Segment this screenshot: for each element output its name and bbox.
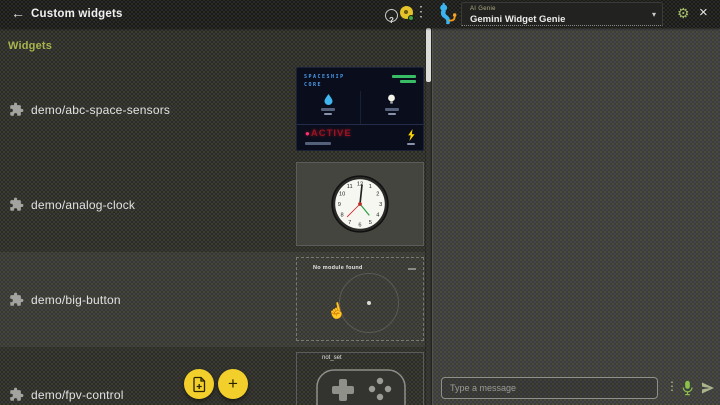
svg-text:3: 3 bbox=[379, 202, 382, 208]
svg-text:11: 11 bbox=[347, 184, 353, 190]
widget-row-analog-clock[interactable]: demo/analog-clock 12 1 2 3 4 5 6 7 8 9 1… bbox=[0, 157, 425, 252]
gear-icon[interactable]: ⚙ bbox=[677, 5, 690, 22]
widget-preview-big-button[interactable]: No module found ☝ bbox=[296, 257, 424, 341]
overflow-menu-button[interactable]: ⋮ bbox=[414, 3, 428, 20]
widget-row-big-button[interactable]: demo/big-button No module found ☝ bbox=[0, 252, 425, 347]
message-input[interactable] bbox=[441, 377, 658, 399]
space-values bbox=[392, 73, 416, 89]
no-module-text: No module found bbox=[313, 265, 363, 271]
puzzle-icon bbox=[10, 197, 24, 211]
back-icon[interactable]: ← bbox=[11, 5, 25, 21]
space-title-line2: CORE bbox=[304, 82, 323, 88]
widget-preview-fpv-control[interactable]: not_set bbox=[296, 352, 424, 405]
widget-preview-space-sensors[interactable]: SPACESHIP CORE ●ACTIVE bbox=[296, 67, 424, 151]
puzzle-icon bbox=[10, 292, 24, 306]
svg-text:6: 6 bbox=[358, 223, 361, 229]
assistant-select-label: AI Genie bbox=[470, 6, 496, 12]
avatar[interactable] bbox=[400, 6, 414, 21]
puzzle-icon bbox=[10, 387, 24, 401]
app-window: ← Custom widgets ? ⋮ AI Genie Gemini Wid… bbox=[0, 0, 720, 405]
puzzle-icon bbox=[10, 102, 24, 116]
top-app-bar: ← Custom widgets ? ⋮ AI Genie Gemini Wid… bbox=[0, 0, 720, 28]
space-sensor-cells bbox=[297, 91, 423, 124]
svg-text:7: 7 bbox=[348, 220, 351, 226]
svg-text:9: 9 bbox=[338, 202, 341, 208]
widget-name: demo/abc-space-sensors bbox=[31, 103, 171, 117]
bolt-icon bbox=[408, 129, 415, 141]
page-title: Custom widgets bbox=[31, 8, 123, 20]
not-set-label: not_set bbox=[322, 355, 342, 361]
send-icon[interactable] bbox=[701, 382, 715, 394]
input-overflow-icon[interactable]: ⋮ bbox=[666, 379, 678, 393]
scrollbar-thumb[interactable] bbox=[426, 28, 431, 82]
widget-preview-analog-clock[interactable]: 12 1 2 3 4 5 6 7 8 9 10 11 bbox=[296, 162, 424, 246]
chat-messages-area bbox=[433, 28, 720, 368]
assistant-select-value: Gemini Widget Genie bbox=[470, 14, 566, 25]
plus-icon: + bbox=[228, 374, 238, 393]
bulb-icon bbox=[388, 94, 396, 104]
chat-panel: ⋮ bbox=[432, 28, 720, 405]
droplet-icon bbox=[324, 94, 333, 105]
svg-text:5: 5 bbox=[369, 220, 372, 226]
svg-text:1: 1 bbox=[369, 184, 372, 190]
gamepad-icon bbox=[316, 369, 406, 405]
chevron-down-icon: ▾ bbox=[651, 10, 656, 19]
preview-corner-mark bbox=[408, 268, 416, 270]
svg-text:4: 4 bbox=[376, 212, 379, 218]
status-text: ACTIVE bbox=[310, 128, 352, 139]
widget-name: demo/analog-clock bbox=[31, 198, 136, 212]
widget-row-fpv-control[interactable]: demo/fpv-control not_set bbox=[0, 347, 425, 405]
widget-name: demo/big-button bbox=[31, 293, 121, 307]
help-icon: ? bbox=[389, 16, 394, 25]
space-title-line1: SPACESHIP bbox=[304, 74, 345, 80]
svg-text:10: 10 bbox=[339, 192, 345, 198]
svg-text:8: 8 bbox=[341, 212, 344, 218]
genie-icon bbox=[440, 2, 457, 25]
close-icon[interactable]: × bbox=[699, 4, 708, 21]
microphone-icon[interactable] bbox=[681, 380, 694, 396]
section-label: Widgets bbox=[8, 40, 53, 52]
add-widget-fab[interactable]: + bbox=[218, 369, 248, 399]
analog-clock-face: 12 1 2 3 4 5 6 7 8 9 10 11 bbox=[331, 175, 389, 233]
widgets-panel: Widgets demo/abc-space-sensors SPACESHIP… bbox=[0, 28, 430, 405]
svg-text:2: 2 bbox=[376, 192, 379, 198]
avatar-mark bbox=[404, 10, 408, 14]
widget-row-abc-space-sensors[interactable]: demo/abc-space-sensors SPACESHIP CORE ●A… bbox=[0, 62, 425, 157]
button-center-dot bbox=[367, 301, 371, 305]
note-add-icon bbox=[192, 376, 205, 392]
help-button[interactable]: ? bbox=[385, 9, 398, 25]
scrollbar-track[interactable] bbox=[426, 28, 431, 405]
new-from-file-fab[interactable] bbox=[184, 369, 214, 399]
space-card-header: SPACESHIP CORE bbox=[297, 68, 423, 91]
assistant-select[interactable]: AI Genie Gemini Widget Genie ▾ bbox=[461, 2, 663, 26]
space-status-row: ●ACTIVE bbox=[297, 124, 423, 145]
widget-name: demo/fpv-control bbox=[31, 388, 124, 402]
